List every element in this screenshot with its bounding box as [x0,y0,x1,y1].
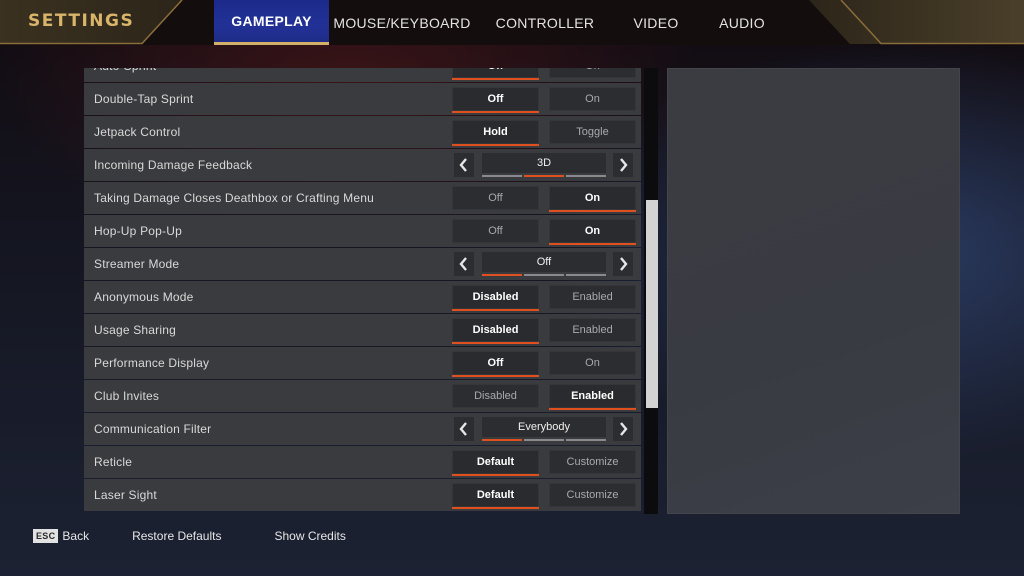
chevron-right-icon[interactable] [613,153,633,177]
chevron-right-icon[interactable] [613,252,633,276]
cycler-position-indicator [482,175,606,177]
tab-gameplay[interactable]: GAMEPLAY [214,0,329,45]
setting-label: Performance Display [94,356,210,370]
option-on-button[interactable]: On [549,186,636,212]
scrollbar-track[interactable] [644,68,658,514]
cycler-tick [524,175,564,177]
option-on-button[interactable]: On [549,87,636,111]
cycler-value: Off [482,252,606,272]
chevron-right-icon[interactable] [613,417,633,441]
chevron-left-icon[interactable] [454,153,474,177]
setting-preview-panel [667,68,960,514]
setting-row-anonymous-mode: Anonymous Mode Disabled Enabled [84,281,641,313]
option-customize-button[interactable]: Customize [549,450,636,474]
setting-label: Auto-Sprint [94,68,156,73]
cycler-position-indicator [482,439,606,441]
option-disabled-button[interactable]: Disabled [452,285,539,311]
setting-row-laser-sight: Laser Sight Default Customize [84,479,641,511]
option-off-button[interactable]: Off [452,68,539,80]
setting-label: Hop-Up Pop-Up [94,224,182,238]
chevron-left-icon[interactable] [454,252,474,276]
setting-row-reticle: Reticle Default Customize [84,446,641,478]
setting-label: Communication Filter [94,422,212,436]
setting-label: Anonymous Mode [94,290,194,304]
cycler-tick [482,175,522,177]
option-default-button[interactable]: Default [452,450,539,476]
setting-label: Jetpack Control [94,125,181,139]
cycler-tick [566,439,606,441]
setting-label: Streamer Mode [94,257,180,271]
right-banner-edge [840,0,1024,45]
option-hold-button[interactable]: Hold [452,120,539,146]
option-on-button[interactable]: On [549,68,636,78]
cycler-tick [482,439,522,441]
option-disabled-button[interactable]: Disabled [452,384,539,408]
tab-controller[interactable]: CONTROLLER [475,0,615,45]
tab-audio[interactable]: AUDIO [697,0,787,45]
setting-label: Club Invites [94,389,160,403]
settings-list-content: Auto-Sprint Off On Double-Tap Sprint Off On Je… [84,68,641,512]
cycler-position-indicator [482,274,606,276]
option-off-button[interactable]: Off [452,351,539,377]
setting-label: Incoming Damage Feedback [94,158,253,172]
show-credits-button[interactable]: Show Credits [274,529,345,543]
option-toggle-button[interactable]: Toggle [549,120,636,144]
option-off-button[interactable]: Off [452,87,539,113]
scrollbar-thumb[interactable] [646,200,658,408]
option-off-button[interactable]: Off [452,219,539,243]
option-customize-button[interactable]: Customize [549,483,636,507]
top-bar: SETTINGS GAMEPLAY MOUSE/KEYBOARD CONTROL… [0,0,1024,45]
page-title: SETTINGS [28,11,135,31]
back-label: Back [62,529,90,543]
cycler-tick [566,175,606,177]
setting-row-auto-sprint: Auto-Sprint Off On [84,68,641,82]
chevron-left-icon[interactable] [454,417,474,441]
setting-row-incoming-damage-feedback: Incoming Damage Feedback 3D [84,149,641,181]
tab-mouse-keyboard[interactable]: MOUSE/KEYBOARD [329,0,475,45]
option-enabled-button[interactable]: Enabled [549,285,636,309]
back-button[interactable]: ESC Back [33,529,89,543]
option-off-button[interactable]: Off [452,186,539,210]
cycler-tick [482,274,522,276]
cycler-tick [566,274,606,276]
option-on-button[interactable]: On [549,219,636,245]
cycler-value: 3D [482,153,606,173]
settings-list: Auto-Sprint Off On Double-Tap Sprint Off On Je… [84,68,641,514]
setting-label: Usage Sharing [94,323,176,337]
setting-row-jetpack-control: Jetpack Control Hold Toggle [84,116,641,148]
option-enabled-button[interactable]: Enabled [549,384,636,410]
footer-actions: ESC Back Restore Defaults Show Credits [33,529,346,543]
option-on-button[interactable]: On [549,351,636,375]
restore-defaults-button[interactable]: Restore Defaults [132,529,221,543]
setting-label: Laser Sight [94,488,157,502]
option-disabled-button[interactable]: Disabled [452,318,539,344]
setting-row-streamer-mode: Streamer Mode Off [84,248,641,280]
option-default-button[interactable]: Default [452,483,539,509]
tab-video[interactable]: VIDEO [615,0,697,45]
setting-label: Reticle [94,455,133,469]
setting-row-taking-damage-closes-deathbox-or-crafting-menu: Taking Damage Closes Deathbox or Craftin… [84,182,641,214]
cycler-tick [524,439,564,441]
setting-label: Double-Tap Sprint [94,92,194,106]
cycler-value: Everybody [482,417,606,437]
setting-row-double-tap-sprint: Double-Tap Sprint Off On [84,83,641,115]
setting-row-hop-up-pop-up: Hop-Up Pop-Up Off On [84,215,641,247]
setting-row-usage-sharing: Usage Sharing Disabled Enabled [84,314,641,346]
esc-key-icon: ESC [33,529,59,543]
setting-row-communication-filter: Communication Filter Everybody [84,413,641,445]
setting-row-club-invites: Club Invites Disabled Enabled [84,380,641,412]
option-enabled-button[interactable]: Enabled [549,318,636,342]
cycler-tick [524,274,564,276]
tab-bar: GAMEPLAY MOUSE/KEYBOARD CONTROLLER VIDEO… [214,0,787,45]
setting-row-performance-display: Performance Display Off On [84,347,641,379]
setting-label: Taking Damage Closes Deathbox or Craftin… [94,191,375,205]
